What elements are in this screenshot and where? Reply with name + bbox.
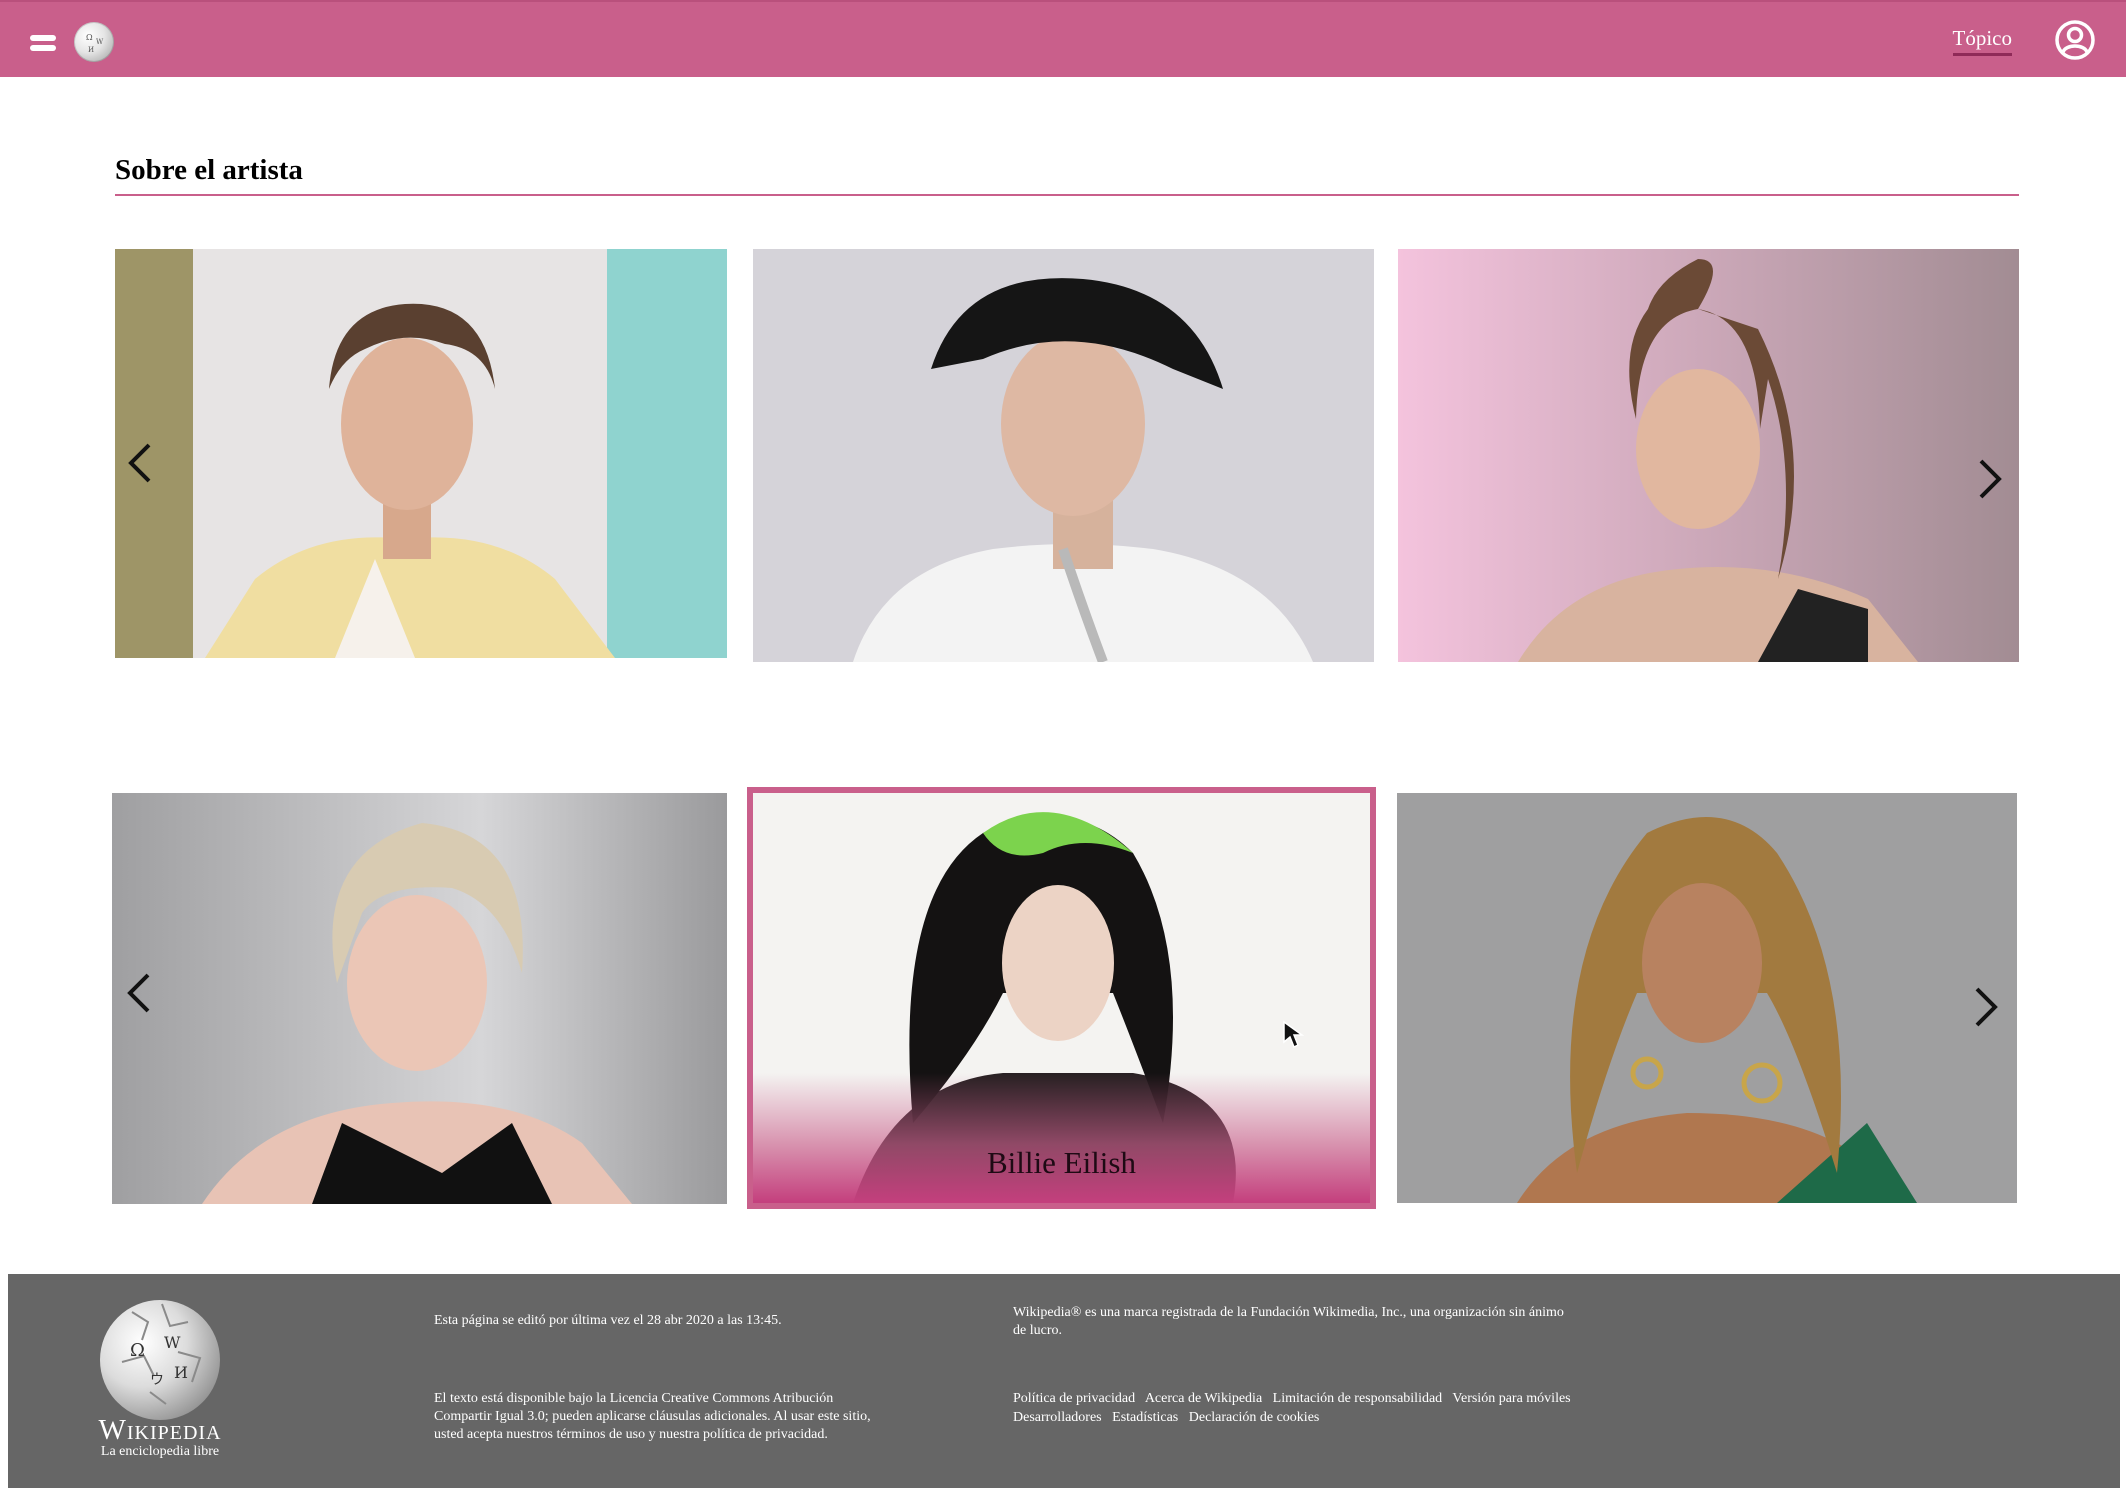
artist-card-3[interactable]: [1398, 249, 2019, 662]
license-text: El texto está disponible bajo la Licenci…: [434, 1391, 871, 1442]
mouse-pointer-icon: [1282, 1020, 1310, 1052]
artist-portrait-1: [115, 249, 727, 658]
trademark-text: Wikipedia® es una marca registrada de la…: [1013, 1305, 1564, 1338]
wikipedia-globe-icon: Ω W И ウ: [92, 1292, 228, 1428]
svg-text:И: И: [88, 46, 94, 54]
section-title: Sobre el artista: [115, 154, 303, 186]
svg-text:Ω: Ω: [86, 33, 93, 42]
footer-links-row-2: Desarrolladores Estadísticas Declaración…: [1013, 1409, 1713, 1427]
section-divider: [115, 194, 2019, 196]
artist-portrait-3: [1398, 249, 2019, 662]
footer-link-statistics[interactable]: Estadísticas: [1112, 1410, 1178, 1425]
footer-link-developers[interactable]: Desarrolladores: [1013, 1410, 1102, 1425]
topic-link[interactable]: Tópico: [1952, 26, 2012, 56]
chevron-right-icon[interactable]: [1973, 455, 2007, 503]
user-account-icon[interactable]: [2054, 19, 2096, 61]
footer: Ω W И ウ Wikipedia La enciclopedia libre …: [8, 1274, 2120, 1488]
artist-card-6[interactable]: [1397, 793, 2017, 1203]
menu-icon[interactable]: [30, 35, 56, 51]
artist-card-4[interactable]: [112, 793, 727, 1204]
artist-caption: Billie Eilish: [987, 1145, 1136, 1180]
svg-text:ウ: ウ: [150, 1372, 164, 1388]
artist-portrait-2: [753, 249, 1374, 662]
last-edit-text: Esta página se editó por última vez el 2…: [434, 1313, 782, 1328]
artist-card-2[interactable]: [753, 249, 1374, 662]
chevron-left-icon[interactable]: [123, 439, 157, 487]
svg-text:И: И: [174, 1363, 188, 1382]
wikipedia-wordmark: Wikipedia: [98, 1414, 222, 1446]
wikipedia-globe-icon[interactable]: Ω W И: [74, 22, 114, 62]
artist-portrait-4: [112, 793, 727, 1204]
top-bar: Ω W И Tópico: [0, 0, 2126, 77]
footer-link-about[interactable]: Acerca de Wikipedia: [1145, 1391, 1262, 1406]
footer-links-row-1: Política de privacidad Acerca de Wikiped…: [1013, 1390, 1713, 1408]
footer-link-cookies[interactable]: Declaración de cookies: [1189, 1410, 1320, 1425]
artist-portrait-6: [1397, 793, 2017, 1203]
svg-text:Ω: Ω: [130, 1340, 145, 1361]
footer-link-disclaimer[interactable]: Limitación de responsabilidad: [1273, 1391, 1443, 1406]
footer-link-privacy[interactable]: Política de privacidad: [1013, 1391, 1135, 1406]
wikipedia-tagline: La enciclopedia libre: [100, 1444, 220, 1459]
chevron-left-icon[interactable]: [122, 969, 156, 1017]
svg-text:W: W: [164, 1333, 181, 1352]
footer-link-mobile[interactable]: Versión para móviles: [1452, 1391, 1570, 1406]
caption-overlay: [753, 1073, 1370, 1203]
artist-card-1[interactable]: [115, 249, 727, 658]
chevron-right-icon[interactable]: [1969, 983, 2003, 1031]
svg-text:W: W: [96, 38, 104, 46]
artist-card-5-selected[interactable]: Billie Eilish: [747, 787, 1376, 1209]
